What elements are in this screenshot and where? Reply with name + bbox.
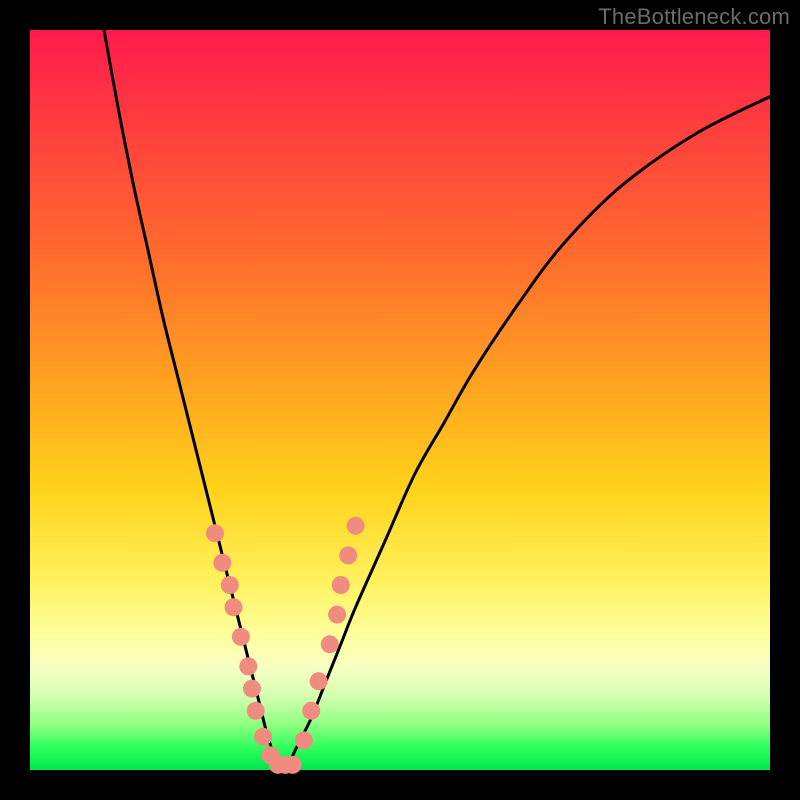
marker-dot — [221, 576, 239, 594]
marker-dot — [213, 554, 231, 572]
marker-dot — [225, 598, 243, 616]
marker-dot — [339, 546, 357, 564]
curve-layer — [30, 30, 770, 770]
marker-dot — [239, 657, 257, 675]
marker-dot — [328, 606, 346, 624]
marker-dot — [302, 702, 320, 720]
watermark-text: TheBottleneck.com — [598, 4, 790, 30]
marker-dot — [310, 672, 328, 690]
marker-dot — [295, 731, 313, 749]
marker-dot — [232, 628, 250, 646]
marker-dot — [332, 576, 350, 594]
marker-dot — [254, 728, 272, 746]
marker-dot — [284, 756, 302, 774]
marker-dot — [206, 524, 224, 542]
marker-dot — [347, 517, 365, 535]
plot-area — [30, 30, 770, 770]
marker-dot — [243, 680, 261, 698]
v-curve — [104, 30, 770, 767]
marker-dot — [247, 702, 265, 720]
chart-stage: TheBottleneck.com — [0, 0, 800, 800]
marker-dot — [321, 635, 339, 653]
